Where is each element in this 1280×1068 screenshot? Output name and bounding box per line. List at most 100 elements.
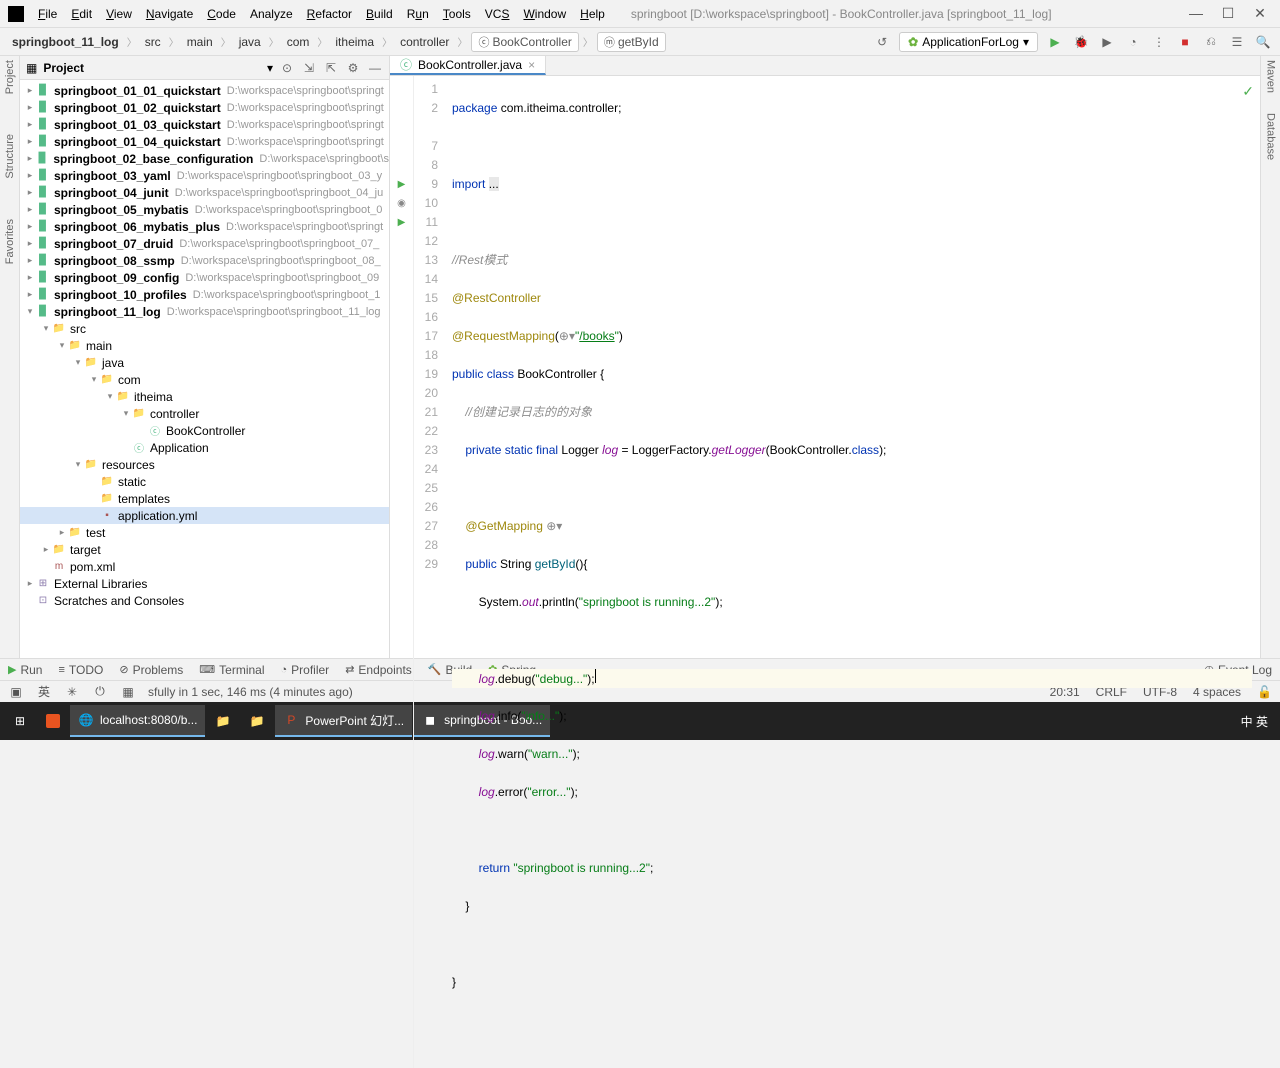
coverage-icon[interactable]: ▶ xyxy=(1098,33,1116,51)
run-icon[interactable]: ▶ xyxy=(1046,33,1064,51)
menu-edit[interactable]: Edit xyxy=(65,3,98,25)
select-opened-icon[interactable]: ⊙ xyxy=(279,61,295,75)
profile-icon[interactable]: ◔ xyxy=(1124,33,1142,51)
tree-item[interactable]: ▾📁main xyxy=(20,337,389,354)
tree-item[interactable]: ▸▉springboot_05_mybatisD:\workspace\spri… xyxy=(20,201,389,218)
attach-icon[interactable]: ⋮ xyxy=(1150,33,1168,51)
database-tool-button[interactable]: Database xyxy=(1265,113,1277,160)
taskbar-app[interactable] xyxy=(38,705,68,737)
problems-tool-button[interactable]: ⊘Problems xyxy=(119,663,183,677)
tree-item[interactable]: ▸▉springboot_01_01_quickstartD:\workspac… xyxy=(20,82,389,99)
tree-item[interactable]: ▸▉springboot_02_base_configurationD:\wor… xyxy=(20,150,389,167)
code-editor[interactable]: ▶ ◉ ▶ 1278910111213141516171819202122232… xyxy=(390,76,1260,1068)
tree-item[interactable]: ▸▉springboot_04_junitD:\workspace\spring… xyxy=(20,184,389,201)
close-icon[interactable]: ✕ xyxy=(1248,5,1272,22)
tree-item[interactable]: ▾📁resources xyxy=(20,456,389,473)
tree-item[interactable]: ▾📁com xyxy=(20,371,389,388)
menu-build[interactable]: Build xyxy=(360,3,399,25)
project-panel-title[interactable]: Project xyxy=(43,61,261,75)
menu-help[interactable]: Help xyxy=(574,3,611,25)
tree-item[interactable]: ▸📁target xyxy=(20,541,389,558)
crumb-com[interactable]: com xyxy=(283,33,314,51)
stop-icon[interactable]: ■ xyxy=(1176,33,1194,51)
maven-tool-button[interactable]: Maven xyxy=(1265,60,1277,93)
menu-code[interactable]: Code xyxy=(201,3,242,25)
analysis-ok-icon[interactable]: ✓ xyxy=(1242,82,1254,101)
crumb-src[interactable]: src xyxy=(141,33,165,51)
tree-item[interactable]: 📁static xyxy=(20,473,389,490)
notif-icon[interactable]: ✳ xyxy=(64,685,80,699)
search-everywhere-icon[interactable]: ☰ xyxy=(1228,33,1246,51)
tree-item[interactable]: ▸▉springboot_07_druidD:\workspace\spring… xyxy=(20,235,389,252)
tree-item[interactable]: ▾📁src xyxy=(20,320,389,337)
menu-view[interactable]: View xyxy=(100,3,138,25)
menu-analyze[interactable]: Analyze xyxy=(244,3,299,25)
profiler-tool-button[interactable]: ◔Profiler xyxy=(281,663,330,677)
tree-item[interactable]: ▸▉springboot_01_03_quickstartD:\workspac… xyxy=(20,116,389,133)
close-tab-icon[interactable]: × xyxy=(528,58,535,72)
tree-item[interactable]: ▸▉springboot_10_profilesD:\workspace\spr… xyxy=(20,286,389,303)
favorites-tool-button[interactable]: Favorites xyxy=(4,219,16,264)
maximize-icon[interactable]: ☐ xyxy=(1216,5,1240,22)
tree-item[interactable]: ▾▉springboot_11_logD:\workspace\springbo… xyxy=(20,303,389,320)
tree-item[interactable]: ▾📁itheima xyxy=(20,388,389,405)
tree-item[interactable]: mpom.xml xyxy=(20,558,389,575)
tree-item[interactable]: ▸▉springboot_01_02_quickstartD:\workspac… xyxy=(20,99,389,116)
tree-item[interactable]: ▾📁controller xyxy=(20,405,389,422)
tree-item[interactable]: ▸⊞External Libraries xyxy=(20,575,389,592)
start-button[interactable]: ⊞ xyxy=(4,705,36,737)
terminal-tool-button[interactable]: ⌨Terminal xyxy=(199,663,264,677)
minimize-icon[interactable]: — xyxy=(1184,5,1208,22)
hide-icon[interactable]: — xyxy=(367,61,383,75)
tree-item[interactable]: ▸📁test xyxy=(20,524,389,541)
todo-tool-button[interactable]: ≡TODO xyxy=(58,663,103,677)
run-tool-button[interactable]: ▶Run xyxy=(8,663,42,677)
menu-window[interactable]: Window xyxy=(517,3,572,25)
progress-icon[interactable]: ▦ xyxy=(120,685,136,699)
code-content[interactable]: package com.itheima.controller; import .… xyxy=(444,76,1260,1068)
ime-status[interactable]: 英 xyxy=(36,683,52,700)
project-tree[interactable]: ▸▉springboot_01_01_quickstartD:\workspac… xyxy=(20,80,389,658)
tree-item[interactable]: ▪application.yml xyxy=(20,507,389,524)
crumb-method[interactable]: ⓜ getById xyxy=(597,32,666,52)
spring-gutter-icon[interactable]: ◉ xyxy=(390,194,413,213)
tree-item[interactable]: ⓒBookController xyxy=(20,422,389,439)
crumb-itheima[interactable]: itheima xyxy=(331,33,378,51)
git-icon[interactable]: ⎌ xyxy=(1202,33,1220,51)
crumb-project[interactable]: springboot_11_log xyxy=(8,33,123,51)
debug-icon[interactable]: 🐞 xyxy=(1072,33,1090,51)
tree-item[interactable]: 📁templates xyxy=(20,490,389,507)
tree-item[interactable]: ▸▉springboot_06_mybatis_plusD:\workspace… xyxy=(20,218,389,235)
expand-all-icon[interactable]: ⇲ xyxy=(301,61,317,75)
menu-file[interactable]: File xyxy=(32,3,63,25)
menu-tools[interactable]: Tools xyxy=(437,3,477,25)
tree-item[interactable]: ▾📁java xyxy=(20,354,389,371)
chevron-down-icon[interactable]: ▾ xyxy=(267,61,273,75)
tree-item[interactable]: ▸▉springboot_03_yamlD:\workspace\springb… xyxy=(20,167,389,184)
run-gutter-icon[interactable]: ▶ xyxy=(390,175,413,194)
menu-refactor[interactable]: Refactor xyxy=(301,3,358,25)
taskbar-chrome[interactable]: 🌐localhost:8080/b... xyxy=(70,705,205,737)
tree-item[interactable]: ▸▉springboot_09_configD:\workspace\sprin… xyxy=(20,269,389,286)
crumb-java[interactable]: java xyxy=(235,33,265,51)
tool-windows-icon[interactable]: ▣ xyxy=(8,685,24,699)
run-gutter-icon[interactable]: ▶ xyxy=(390,213,413,232)
tree-item[interactable]: ⊡Scratches and Consoles xyxy=(20,592,389,609)
menu-vcs[interactable]: VCS xyxy=(479,3,516,25)
taskbar-explorer[interactable]: 📁 xyxy=(207,705,239,737)
search-icon[interactable]: 🔍 xyxy=(1254,33,1272,51)
project-tool-button[interactable]: Project xyxy=(4,60,16,94)
run-config-selector[interactable]: ✿ ApplicationForLog ▾ xyxy=(899,32,1038,52)
tree-item[interactable]: ▸▉springboot_01_04_quickstartD:\workspac… xyxy=(20,133,389,150)
crumb-main[interactable]: main xyxy=(183,33,217,51)
crumb-class[interactable]: ⓒ BookController xyxy=(471,32,578,52)
structure-tool-button[interactable]: Structure xyxy=(4,134,16,179)
gear-icon[interactable]: ⚙ xyxy=(345,61,361,75)
tree-item[interactable]: ▸▉springboot_08_ssmpD:\workspace\springb… xyxy=(20,252,389,269)
menu-run[interactable]: Run xyxy=(401,3,435,25)
build-icon[interactable]: ↺ xyxy=(873,33,891,51)
crumb-controller[interactable]: controller xyxy=(396,33,453,51)
collapse-all-icon[interactable]: ⇱ xyxy=(323,61,339,75)
editor-tab-bookcontroller[interactable]: ⓒ BookController.java × xyxy=(390,56,546,75)
tree-item[interactable]: ⓒApplication xyxy=(20,439,389,456)
